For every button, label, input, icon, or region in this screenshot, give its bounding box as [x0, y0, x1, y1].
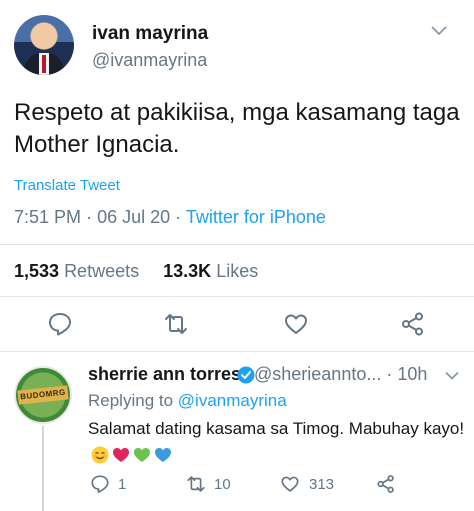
reply-author-avatar[interactable]: BUDOMRG: [14, 366, 72, 424]
reply-author-handle[interactable]: @sherieannto...: [254, 364, 381, 384]
reply-icon[interactable]: [47, 311, 73, 337]
meta-separator: ·: [386, 364, 398, 384]
retweets-label: Retweets: [64, 261, 140, 281]
avatar-logo-text: BUDOMRG: [17, 385, 69, 405]
tweet-meta: 7:51 PM · 06 Jul 20 · Twitter for iPhone: [14, 207, 326, 228]
retweets-stat[interactable]: 1,533 Retweets: [14, 261, 139, 281]
reply-count: 1: [118, 476, 127, 493]
red-heart-icon: [113, 447, 129, 462]
meta-separator: ·: [175, 207, 186, 227]
author-name[interactable]: ivan mayrina: [92, 23, 208, 45]
reply-action-bar: 1 10 313: [88, 474, 468, 496]
tweet-text: Respeto at pakikiisa, mga kasamang taga …: [14, 99, 460, 158]
like-count: 313: [309, 476, 335, 493]
share-icon[interactable]: [400, 311, 426, 337]
like-icon[interactable]: [283, 311, 309, 337]
replying-mention[interactable]: @ivanmayrina: [178, 391, 287, 410]
tweet-time[interactable]: 7:51 PM: [14, 207, 81, 227]
divider: [0, 296, 474, 297]
author-handle[interactable]: @ivanmayrina: [92, 50, 207, 71]
meta-separator: ·: [86, 207, 98, 227]
tweet-source[interactable]: Twitter for iPhone: [186, 207, 326, 227]
replying-prefix: Replying to: [88, 391, 174, 410]
retweet-icon[interactable]: [163, 311, 189, 337]
verified-badge-icon: [237, 366, 255, 384]
reply-age[interactable]: 10h: [397, 364, 427, 384]
divider: [0, 351, 474, 352]
reply-text: Salamat dating kasama sa Timog. Mabuhay …: [88, 416, 468, 466]
tweet-stats: 1,533 Retweets 13.3K Likes: [14, 261, 258, 282]
translate-tweet-link[interactable]: Translate Tweet: [14, 177, 120, 194]
chevron-down-icon[interactable]: [430, 24, 448, 36]
blue-heart-icon: [155, 447, 171, 462]
retweet-count: 10: [214, 476, 231, 493]
likes-label: Likes: [216, 261, 259, 281]
green-heart-icon: [134, 447, 150, 462]
likes-count: 13.3K: [163, 261, 212, 281]
retweets-count: 1,533: [14, 261, 60, 281]
smiling-face-icon: [91, 446, 109, 464]
reply-icon[interactable]: [90, 474, 110, 494]
reply-text-body: Salamat dating kasama sa Timog. Mabuhay …: [88, 419, 465, 438]
thread-line: [42, 426, 44, 511]
chevron-down-icon[interactable]: [444, 370, 460, 381]
author-avatar[interactable]: [14, 15, 74, 75]
avatar-tie: [42, 55, 46, 73]
like-icon[interactable]: [280, 474, 300, 494]
likes-stat[interactable]: 13.3K Likes: [163, 261, 258, 281]
tweet-date[interactable]: 06 Jul 20: [97, 207, 170, 227]
share-icon[interactable]: [376, 474, 396, 494]
reply-author-name[interactable]: sherrie ann torres: [88, 364, 241, 385]
divider: [0, 244, 474, 245]
reply-emojis: [91, 446, 172, 464]
reply-author-meta: @sherieannto... · 10h: [254, 364, 427, 385]
retweet-icon[interactable]: [186, 474, 206, 494]
replying-to: Replying to @ivanmayrina: [88, 391, 287, 411]
